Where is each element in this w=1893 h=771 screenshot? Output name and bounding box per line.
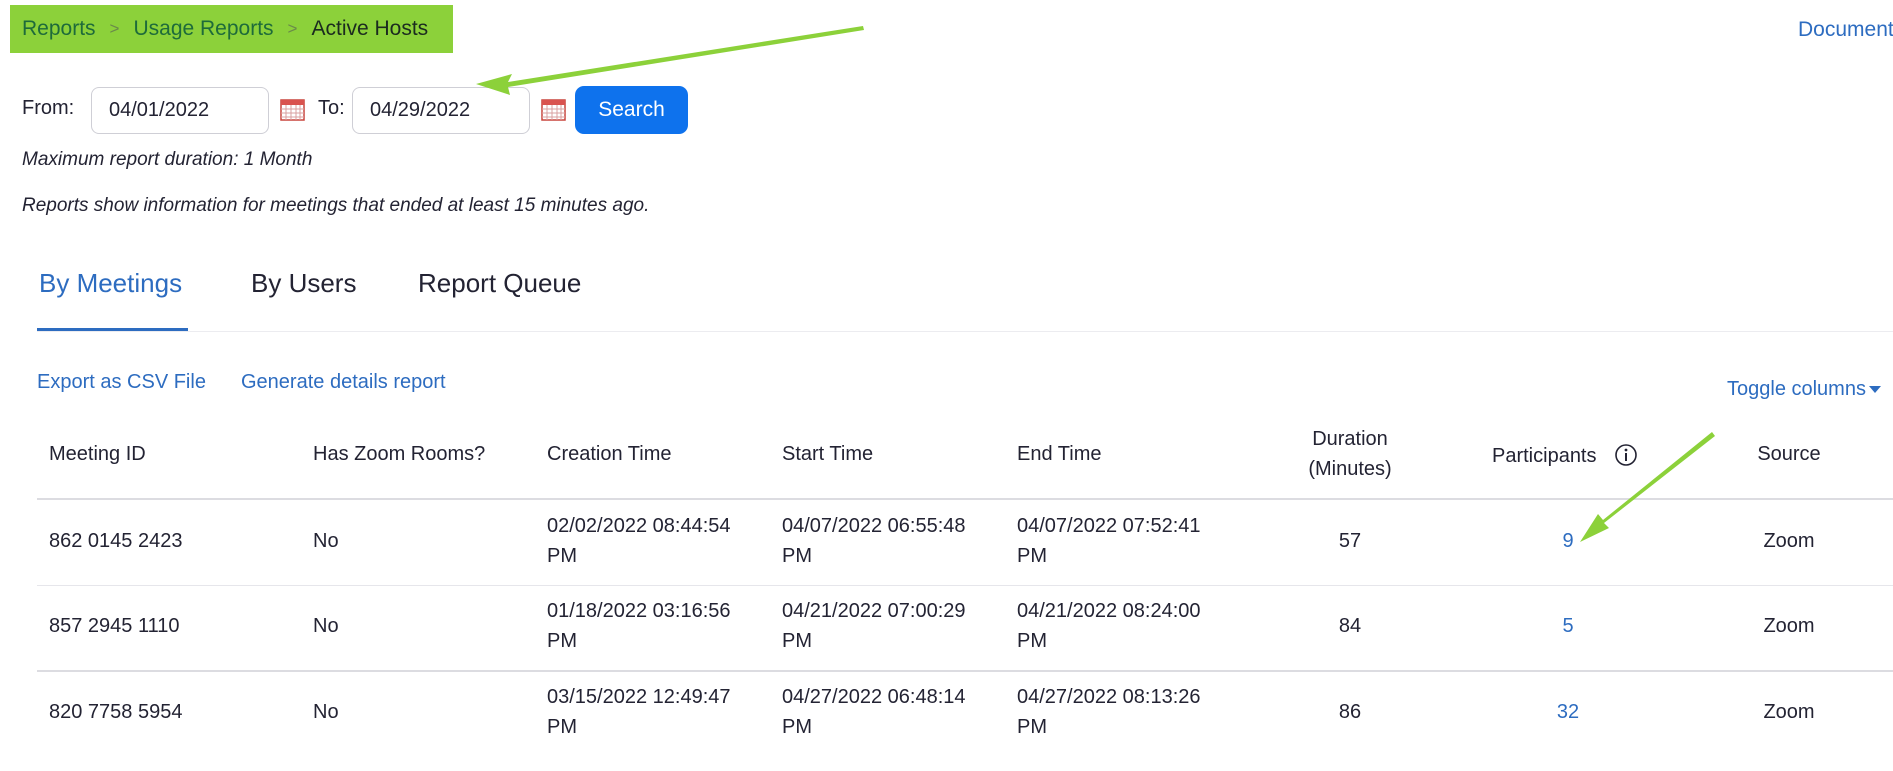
tab-by-meetings[interactable]: By Meetings — [39, 268, 182, 299]
cell-start-time-ampm: PM — [782, 716, 812, 738]
cell-creation-time-ampm: PM — [547, 545, 577, 567]
cell-end-time: 04/21/2022 08:24:00 PM — [1017, 596, 1201, 656]
breadcrumb-reports[interactable]: Reports — [22, 17, 96, 41]
tabs-divider — [37, 331, 1893, 332]
cell-creation-time-ampm: PM — [547, 716, 577, 738]
col-header-duration-line2: (Minutes) — [1308, 458, 1392, 480]
toggle-columns-label: Toggle columns — [1727, 378, 1866, 400]
cell-creation-time-date: 03/15/2022 12:49:47 — [547, 686, 731, 708]
breadcrumb: Reports > Usage Reports > Active Hosts — [10, 5, 453, 53]
cell-participants: 32 — [1528, 697, 1608, 727]
from-label: From: — [22, 97, 75, 119]
row-divider — [37, 585, 1893, 586]
breadcrumb-active-hosts: Active Hosts — [311, 17, 429, 40]
cell-end-time: 04/07/2022 07:52:41 PM — [1017, 511, 1201, 571]
cell-start-time-ampm: PM — [782, 630, 812, 652]
col-header-duration-line1: Duration — [1312, 428, 1388, 450]
col-header-participants: Participants — [1492, 445, 1597, 467]
participants-link[interactable]: 5 — [1562, 615, 1573, 637]
breadcrumb-usage-reports[interactable]: Usage Reports — [133, 17, 273, 41]
cell-end-time-ampm: PM — [1017, 630, 1047, 652]
col-header-start-time: Start Time — [782, 443, 874, 465]
cell-end-time-date: 04/21/2022 08:24:00 — [1017, 600, 1201, 622]
col-header-has-zoom-rooms: Has Zoom Rooms? — [313, 443, 486, 465]
cell-source: Zoom — [1763, 701, 1815, 723]
toggle-columns-dropdown[interactable]: Toggle columns — [1727, 378, 1881, 401]
col-header-duration: Duration (Minutes) — [1270, 424, 1430, 484]
calendar-icon[interactable] — [541, 98, 566, 121]
cell-start-time-date: 04/07/2022 06:55:48 — [782, 515, 966, 537]
col-header-end-time: End Time — [1017, 443, 1102, 465]
cell-start-time: 04/27/2022 06:48:14 PM — [782, 682, 966, 742]
export-csv-link[interactable]: Export as CSV File — [37, 371, 206, 394]
info-icon[interactable] — [1614, 443, 1638, 467]
cell-end-time-ampm: PM — [1017, 716, 1047, 738]
cell-end-time-date: 04/27/2022 08:13:26 — [1017, 686, 1201, 708]
max-duration-note: Maximum report duration: 1 Month — [22, 149, 313, 170]
cell-start-time-date: 04/21/2022 07:00:29 — [782, 600, 966, 622]
table-header-divider — [37, 498, 1893, 500]
report-page: Reports > Usage Reports > Active Hosts D… — [0, 0, 1893, 771]
cell-has-zoom-rooms: No — [313, 701, 339, 723]
cell-duration: 57 — [1338, 530, 1362, 552]
participants-link[interactable]: 32 — [1557, 701, 1579, 723]
to-label: To: — [318, 97, 345, 119]
cell-meeting-id: 820 7758 5954 — [49, 701, 183, 723]
breadcrumb-separator: > — [287, 19, 298, 38]
documentation-link[interactable]: Document — [1798, 18, 1893, 42]
from-date-input[interactable] — [91, 87, 269, 134]
cell-end-time-date: 04/07/2022 07:52:41 — [1017, 515, 1201, 537]
caret-down-icon — [1868, 386, 1881, 394]
cell-creation-time: 01/18/2022 03:16:56 PM — [547, 596, 731, 656]
cell-participants: 5 — [1528, 611, 1608, 641]
cell-start-time-ampm: PM — [782, 545, 812, 567]
cell-creation-time: 02/02/2022 08:44:54 PM — [547, 511, 731, 571]
cell-has-zoom-rooms: No — [313, 615, 339, 637]
cell-end-time: 04/27/2022 08:13:26 PM — [1017, 682, 1201, 742]
info-note: Reports show information for meetings th… — [22, 195, 650, 216]
cell-creation-time-date: 01/18/2022 03:16:56 — [547, 600, 731, 622]
cell-has-zoom-rooms: No — [313, 530, 339, 552]
search-button[interactable]: Search — [575, 86, 688, 134]
cell-source: Zoom — [1763, 530, 1815, 552]
cell-meeting-id: 857 2945 1110 — [49, 615, 180, 637]
cell-duration: 86 — [1338, 701, 1362, 723]
cell-creation-time-date: 02/02/2022 08:44:54 — [547, 515, 731, 537]
generate-details-link[interactable]: Generate details report — [241, 371, 446, 394]
tab-by-users[interactable]: By Users — [251, 268, 356, 299]
col-header-meeting-id: Meeting ID — [49, 443, 146, 465]
cell-start-time: 04/07/2022 06:55:48 PM — [782, 511, 966, 571]
cell-start-time: 04/21/2022 07:00:29 PM — [782, 596, 966, 656]
participants-link[interactable]: 9 — [1562, 530, 1573, 552]
cell-start-time-date: 04/27/2022 06:48:14 — [782, 686, 966, 708]
cell-duration: 84 — [1338, 615, 1362, 637]
cell-creation-time: 03/15/2022 12:49:47 PM — [547, 682, 731, 742]
cell-meeting-id: 862 0145 2423 — [49, 530, 183, 552]
tab-report-queue[interactable]: Report Queue — [418, 268, 581, 299]
cell-creation-time-ampm: PM — [547, 630, 577, 652]
col-header-creation-time: Creation Time — [547, 443, 672, 465]
col-header-source: Source — [1757, 443, 1821, 465]
breadcrumb-separator: > — [109, 19, 120, 38]
row-divider — [37, 670, 1893, 672]
to-date-input[interactable] — [352, 87, 530, 134]
cell-source: Zoom — [1763, 615, 1815, 637]
annotation-arrow-to-date — [476, 26, 864, 95]
calendar-icon[interactable] — [280, 98, 305, 121]
cell-end-time-ampm: PM — [1017, 545, 1047, 567]
cell-participants: 9 — [1528, 526, 1608, 556]
